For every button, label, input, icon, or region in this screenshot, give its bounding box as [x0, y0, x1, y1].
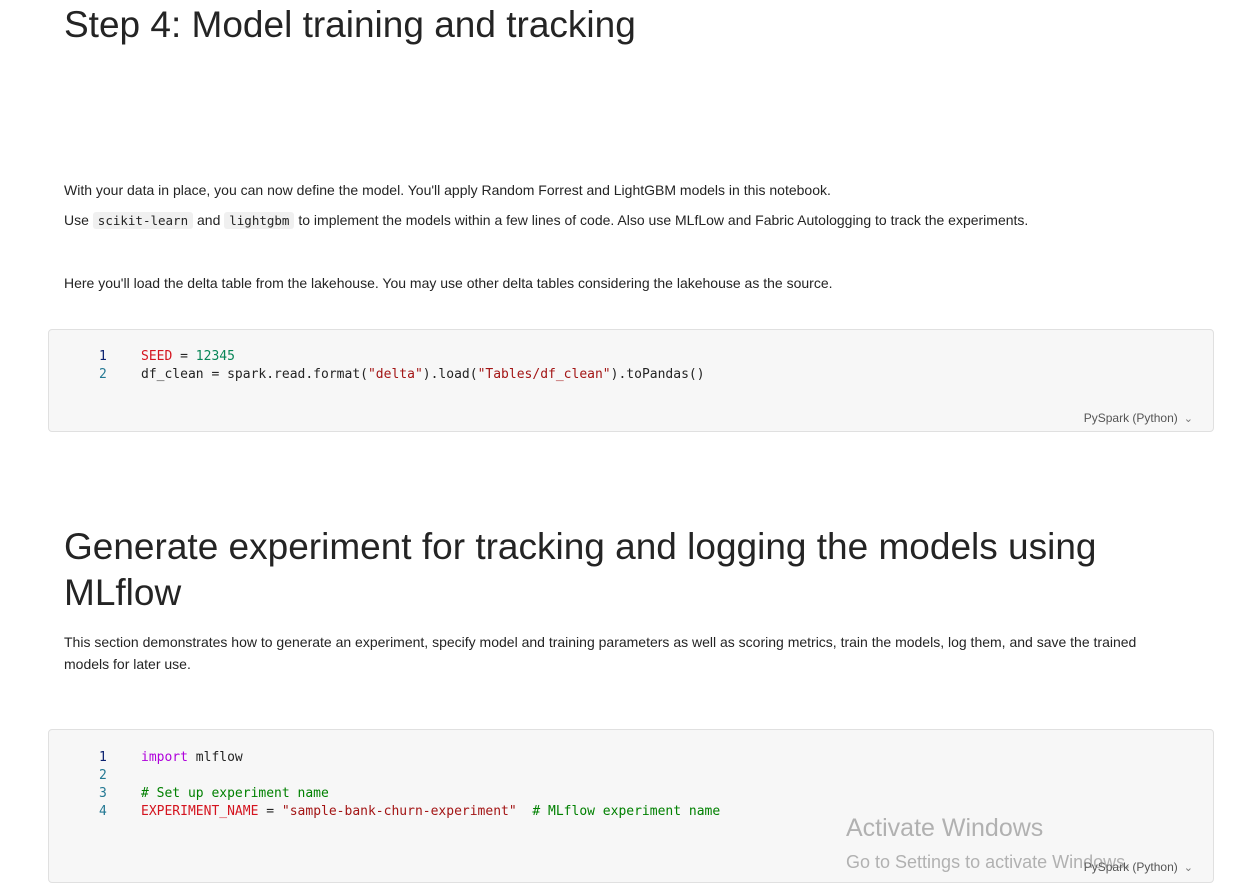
language-selector[interactable]: PySpark (Python) ⌄	[1084, 411, 1193, 425]
section-heading: Generate experiment for tracking and log…	[64, 526, 1097, 613]
code-comment: # MLflow experiment name	[516, 804, 721, 819]
paragraph: This section demonstrates how to generat…	[64, 634, 1137, 672]
code-token: df_clean = spark.read.format(	[141, 367, 368, 382]
code-token: mlflow	[187, 750, 243, 765]
code-cell[interactable]: 1 SEED = 12345 2 df_clean = spark.read.f…	[48, 329, 1214, 432]
code-token: EXPERIMENT_NAME	[141, 804, 259, 819]
code-token: =	[258, 804, 282, 819]
section-heading: Step 4: Model training and tracking	[64, 4, 636, 45]
line-number: 3	[99, 786, 107, 801]
code-line: 1 SEED = 12345	[49, 348, 949, 366]
line-number: 2	[99, 768, 107, 783]
code-token: import	[141, 750, 188, 765]
code-token: "sample-bank-churn-experiment"	[281, 804, 517, 819]
code-token: ).load(	[422, 367, 478, 382]
chevron-down-icon: ⌄	[1183, 413, 1193, 425]
code-line: 3 # Set up experiment name	[49, 785, 949, 803]
text: Use	[64, 212, 93, 228]
line-number: 2	[99, 367, 107, 382]
paragraph: Use scikit-learn and lightgbm to impleme…	[64, 209, 1154, 232]
paragraph: Here you'll load the delta table from th…	[64, 275, 833, 291]
code-token: "delta"	[367, 367, 423, 382]
activate-windows-watermark-title: Activate Windows	[846, 814, 1044, 842]
code-line: 2	[49, 767, 949, 785]
line-number: 1	[99, 750, 107, 765]
line-number: 1	[99, 349, 107, 364]
activate-windows-watermark-subtitle: Go to Settings to activate Windows.	[846, 852, 1131, 872]
code-line: 1 import mlflow	[49, 749, 949, 767]
code-token: ).toPandas()	[610, 367, 705, 382]
line-number: 4	[99, 804, 107, 819]
code-line: 2 df_clean = spark.read.format("delta").…	[49, 366, 949, 384]
code-token: "Tables/df_clean"	[477, 367, 611, 382]
code-line: 4 EXPERIMENT_NAME = "sample-bank-churn-e…	[49, 803, 949, 821]
chevron-down-icon: ⌄	[1183, 862, 1193, 874]
code-comment: # Set up experiment name	[141, 786, 329, 801]
code-token: =	[172, 349, 196, 364]
inline-code: scikit-learn	[92, 212, 194, 229]
language-label: PySpark (Python)	[1083, 411, 1178, 425]
code-token: SEED	[141, 349, 173, 364]
paragraph: With your data in place, you can now def…	[64, 182, 831, 198]
code-token: 12345	[195, 349, 235, 364]
text: and	[193, 212, 225, 228]
inline-code: lightgbm	[224, 212, 295, 229]
text: to implement the models within a few lin…	[294, 212, 1029, 228]
